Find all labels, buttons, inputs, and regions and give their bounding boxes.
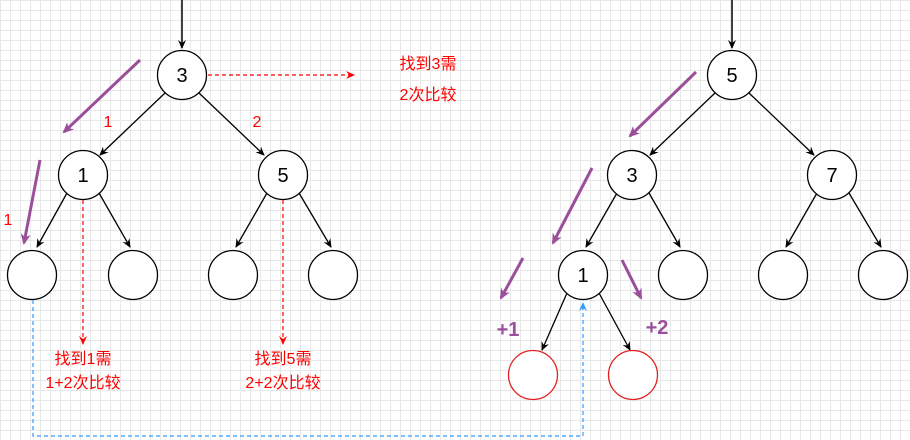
leaf-node (6, 249, 58, 301)
edge-3-1 (585, 192, 618, 248)
edge-3-leaf (648, 192, 681, 248)
leaf-node (307, 249, 359, 301)
edge-5-3 (649, 92, 716, 156)
edge-1-new-left (541, 292, 568, 351)
edge-5-leaf4 (298, 192, 332, 248)
edge-7-leaf-right (848, 192, 882, 248)
edge-5-leaf3 (235, 192, 268, 248)
node-5-label: 5 (277, 165, 288, 187)
node1-note-line1: 找到1需 (55, 350, 112, 368)
node-5-label: 5 (726, 65, 737, 87)
node-3-label: 3 (176, 65, 187, 87)
edge-1-new-right (598, 292, 631, 351)
purple-path-arrow (628, 70, 698, 138)
leaf-node (207, 249, 259, 301)
node5-note-line1: 找到5需 (255, 350, 312, 368)
leaf-node (757, 249, 809, 301)
new-leaf-node (607, 349, 659, 401)
right-tree: 5 3 7 1 +1 +2 (497, 0, 909, 401)
edge-leaf-count: 1 (4, 212, 13, 229)
purple-path-arrow (551, 167, 594, 245)
edge-5-7 (748, 92, 815, 156)
plus-two-label: +2 (646, 317, 669, 339)
purple-path-arrow (20, 159, 42, 245)
node1-note-line2: 1+2次比较 (45, 374, 120, 392)
node5-note-line2: 2+2次比较 (245, 374, 320, 392)
root-note-line1: 找到3需 (400, 55, 457, 73)
leaf-node (107, 249, 159, 301)
purple-path-arrow (62, 58, 142, 134)
plus-one-label: +1 (497, 319, 520, 341)
leaf-node (857, 249, 909, 301)
leaf-node (657, 249, 709, 301)
node-1-label: 1 (577, 265, 588, 287)
diagram-canvas: 3 1 5 找到3需 2次比较 找到1需 1+2次比较 找到5需 2+2次比较 … (4, 0, 909, 437)
edge-right-count: 2 (253, 114, 262, 131)
right-tree-edges (541, 92, 882, 351)
edge-left-count: 1 (104, 114, 113, 131)
left-tree: 3 1 5 找到3需 2次比较 找到1需 1+2次比较 找到5需 2+2次比较 … (4, 0, 457, 392)
purple-path-arrow (620, 259, 643, 300)
root-note-line2: 2次比较 (400, 86, 457, 104)
new-leaf-node (507, 349, 559, 401)
node-3-label: 3 (626, 165, 637, 187)
node-1-label: 1 (77, 165, 88, 187)
edge-7-leaf-left (785, 192, 818, 248)
edge-1-leaf1 (36, 192, 68, 248)
node-7-label: 7 (826, 165, 837, 187)
purple-path-arrow (499, 257, 525, 300)
edge-1-leaf2 (98, 192, 131, 248)
